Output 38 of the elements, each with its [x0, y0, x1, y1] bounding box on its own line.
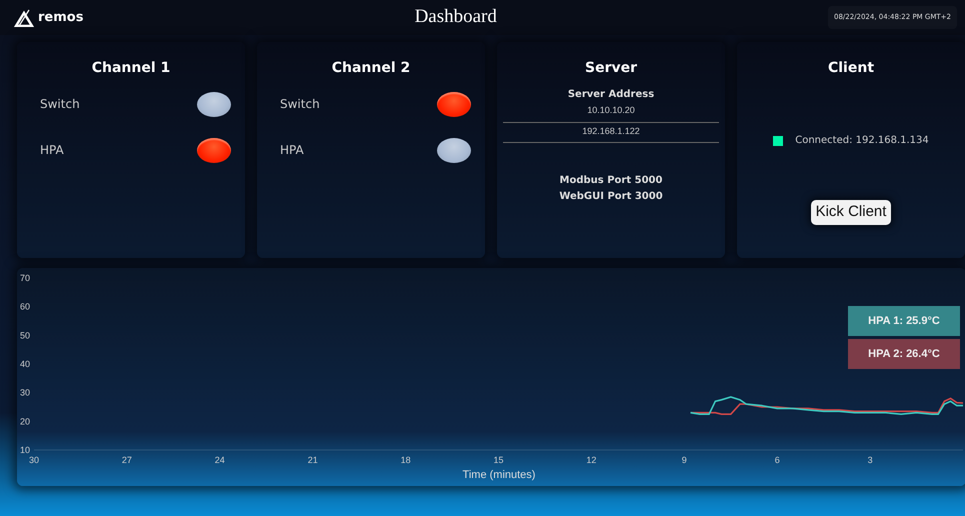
legend-label: HPA 2: 26.4°C: [848, 339, 960, 369]
y-tick-label: 60: [20, 302, 30, 312]
x-tick-label: 6: [774, 455, 780, 465]
card-title: Client: [826, 59, 876, 78]
x-axis-title: Time (minutes): [462, 469, 536, 481]
server-address: 192.168.1.122: [503, 122, 719, 143]
port-label: Modbus Port 5000: [558, 174, 664, 188]
brand-name: remos: [38, 8, 84, 27]
x-tick-label: 3: [868, 455, 873, 465]
y-tick-label: 40: [20, 359, 30, 369]
x-tick-label: 30: [29, 455, 39, 465]
y-tick-label: 30: [20, 388, 30, 398]
y-tick-label: 10: [20, 445, 30, 455]
card-title: Channel 2: [330, 59, 412, 78]
indicator-label: HPA: [280, 142, 304, 159]
legend-label: HPA 1: 25.9°C: [848, 306, 960, 336]
x-tick-label: 24: [214, 455, 225, 465]
connection-status: Connected: 192.168.1.134: [795, 134, 929, 148]
server-address-label: Server Address: [566, 88, 656, 102]
server-address: 10.10.10.20: [503, 102, 719, 122]
page-title: Dashboard: [414, 5, 497, 30]
port-label: WebGUI Port 3000: [558, 190, 664, 204]
kick-client-button[interactable]: Kick Client: [810, 200, 892, 224]
x-tick-label: 21: [308, 455, 318, 465]
y-tick-label: 70: [20, 273, 30, 283]
indicator-label: Switch: [40, 96, 80, 113]
x-tick-label: 12: [586, 455, 596, 465]
card-title: Server: [584, 59, 638, 78]
x-tick-label: 15: [494, 455, 504, 465]
indicator-label: HPA: [40, 142, 64, 159]
card-title: Channel 1: [90, 59, 172, 78]
x-tick-label: 18: [400, 455, 411, 465]
y-tick-label: 20: [20, 416, 30, 426]
x-tick-label: 9: [682, 455, 687, 465]
y-tick-label: 50: [20, 330, 30, 340]
x-tick-label: 27: [122, 455, 132, 465]
logo-icon: [14, 8, 34, 26]
indicator-label: Switch: [280, 96, 320, 113]
